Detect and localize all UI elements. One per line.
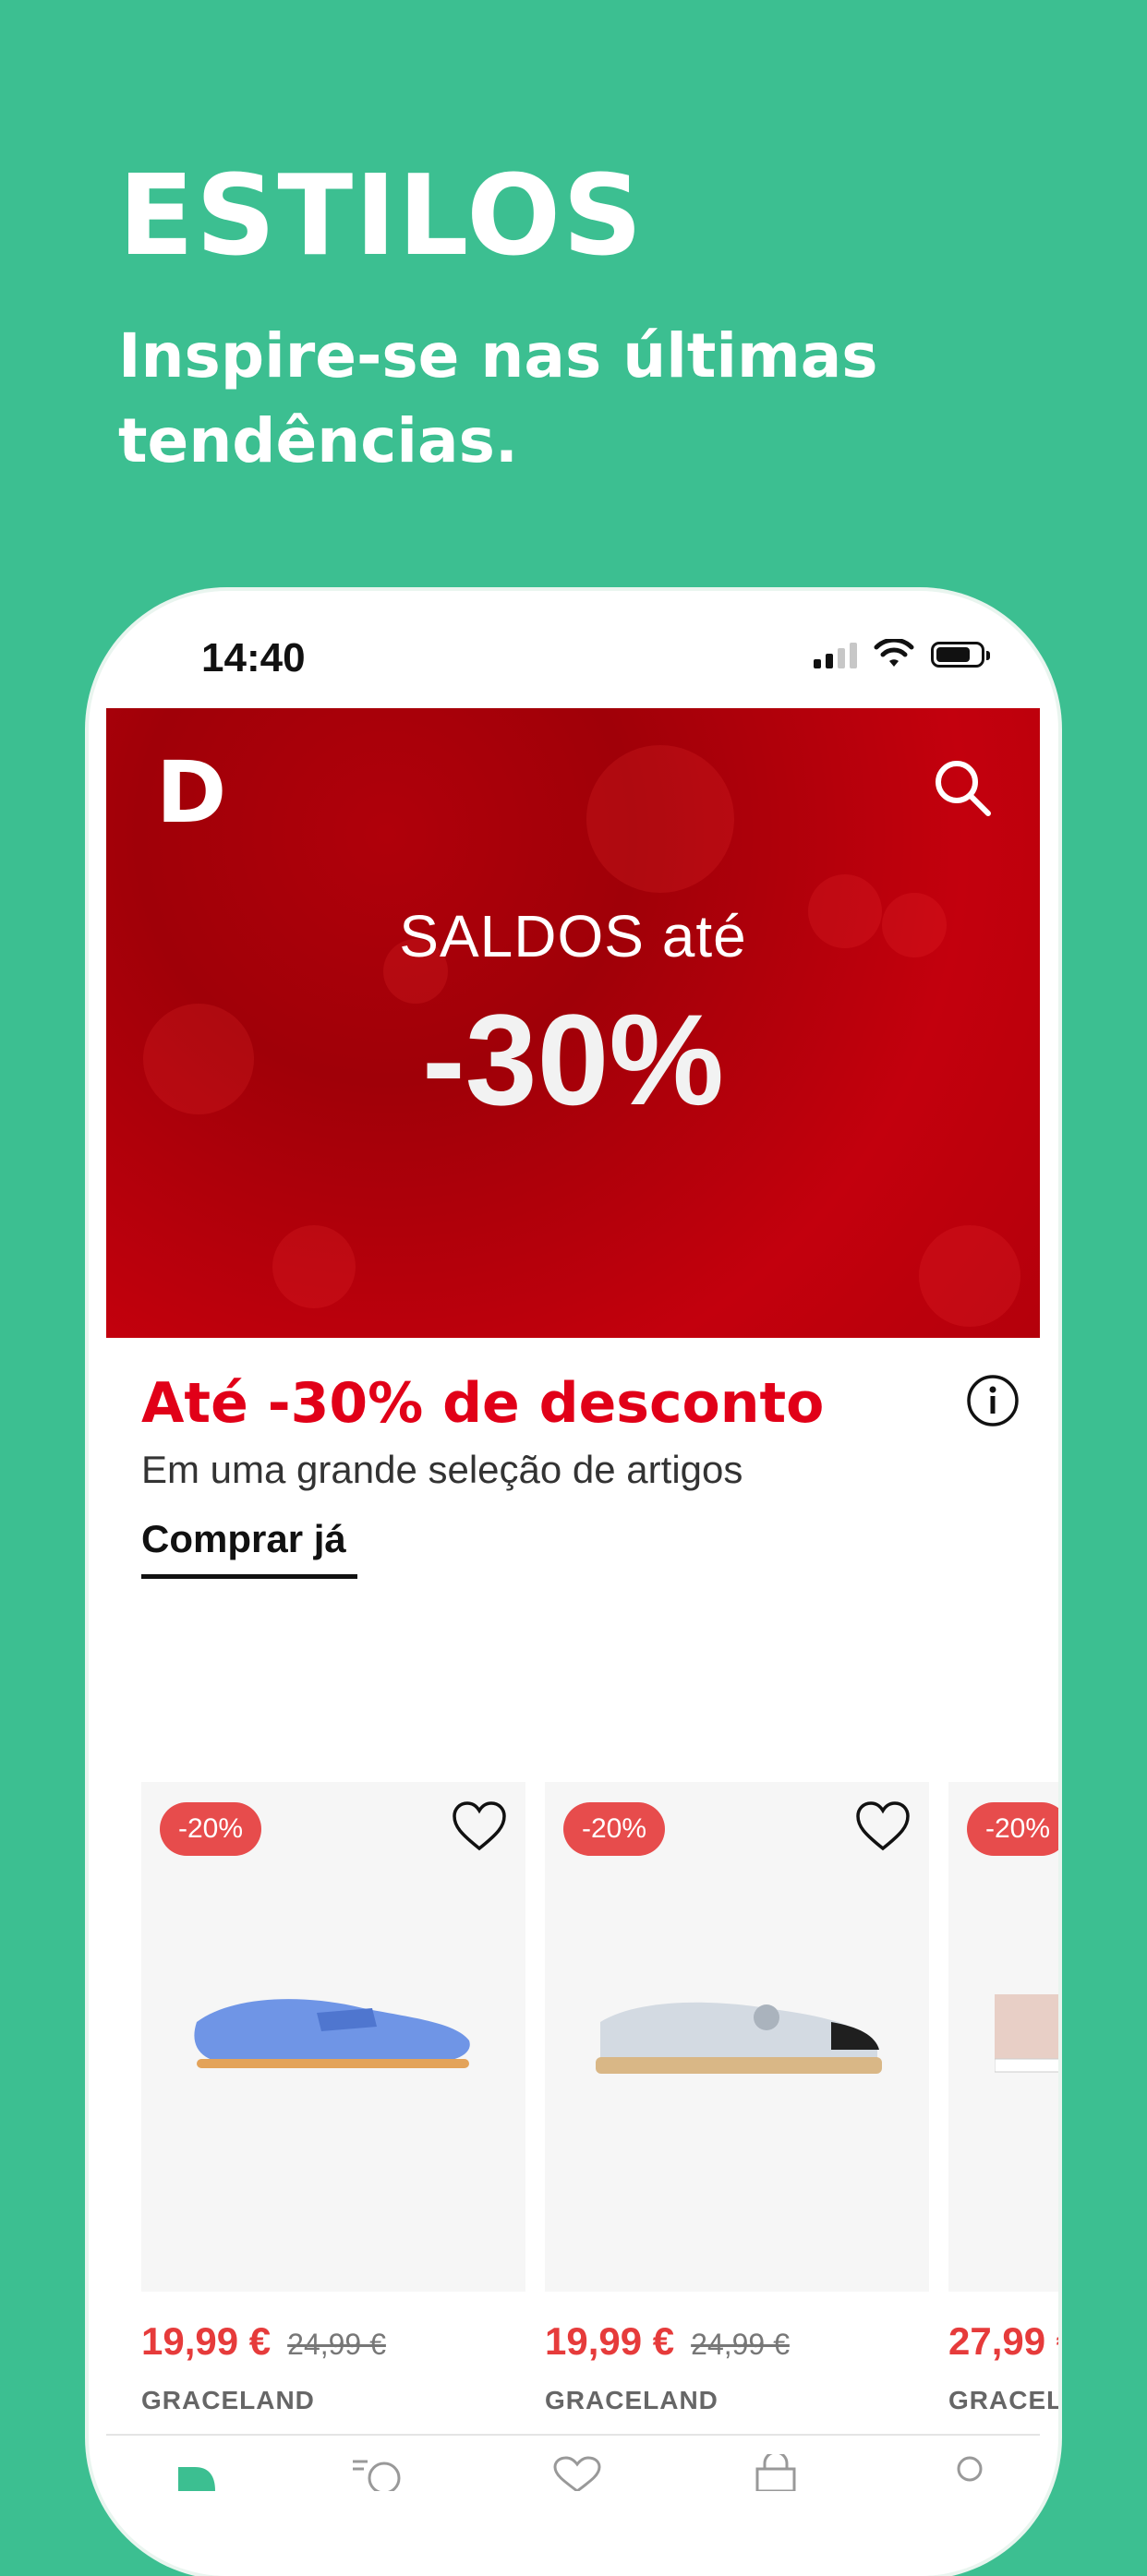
bag-icon[interactable] [748,2454,803,2491]
home-icon[interactable] [171,2454,226,2491]
sale-banner[interactable]: D SALDOS até -30% [106,708,1040,1338]
shop-now-link[interactable]: Comprar já [141,1517,357,1579]
favorites-icon[interactable] [549,2454,605,2491]
product-old-price: 24,99 € [287,2328,386,2361]
product-carousel[interactable]: -20% 19,99 € 24,99 € GRACELAND -20% 19,9… [141,1782,1058,2447]
promo-title: ESTILOS [118,152,645,281]
info-icon[interactable] [966,1374,1020,1427]
cellular-signal-icon [814,641,857,668]
product-card[interactable]: -20% 19,99 € 24,99 € GRACELAND [141,1782,525,2415]
shoe-image [194,1999,470,2068]
product-image[interactable]: -20% [141,1782,525,2292]
heart-icon[interactable] [452,1800,507,1852]
product-price: 19,99 € [141,2319,272,2363]
banner-discount: -30% [422,987,724,1132]
bottom-tab-bar [106,2434,1040,2576]
inspiration-icon[interactable] [351,2454,406,2491]
product-price: 19,99 € [545,2319,675,2363]
banner-headline: SALDOS até [399,903,747,969]
offer-subtitle: Em uma grande seleção de artigos [141,1448,743,1491]
search-icon[interactable] [929,754,994,819]
shoe-image [596,2002,882,2074]
product-image[interactable]: -20% [545,1782,929,2292]
status-time: 14:40 [201,635,306,680]
wifi-icon [874,639,914,667]
brand-logo[interactable]: D [156,743,226,842]
product-brand: GRACELAND [545,2386,718,2414]
product-brand: GRACELAND [141,2386,315,2414]
product-brand: GRACELAND [948,2386,1058,2414]
status-icons [814,639,990,670]
offer-title: Até -30% de desconto [141,1371,825,1436]
heart-icon[interactable] [855,1800,911,1852]
discount-badge: -20% [967,1802,1058,1856]
phone-mockup: 14:40 D SALDOS até -30% Até -30% de desc… [89,591,1058,2576]
discount-badge: -20% [563,1802,666,1856]
battery-icon [931,642,990,668]
product-old-price: 24,99 € [691,2328,790,2361]
product-card[interactable]: -20% 19,99 € 24,99 € GRACELAND [545,1782,929,2415]
product-price: 27,99 € [948,2319,1058,2363]
promo-subtitle: Inspire-se nas últimas tendências. [118,320,878,476]
shoe-image [995,1994,1058,2073]
profile-icon[interactable] [942,2454,997,2491]
product-image[interactable]: -20% [948,1782,1058,2292]
product-card[interactable]: -20% 27,99 € GRACELAND [948,1782,1058,2415]
discount-badge: -20% [160,1802,262,1856]
